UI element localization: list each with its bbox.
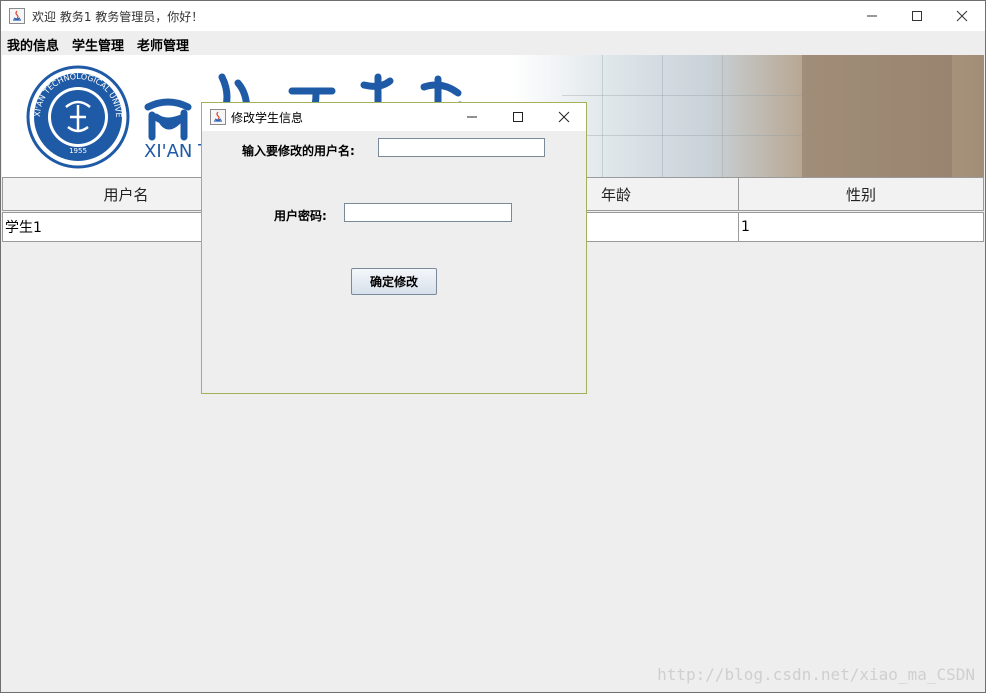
menu-teacher-management[interactable]: 老师管理 — [137, 35, 189, 54]
banner-photo-line — [562, 135, 802, 136]
close-icon — [956, 10, 968, 22]
maximize-icon — [912, 11, 922, 21]
close-icon — [558, 111, 570, 123]
university-seal-logo: XI'AN TECHNOLOGICAL UNIVERSITY 1955 — [26, 65, 130, 169]
menu-bar: 我的信息 学生管理 老师管理 — [1, 31, 985, 55]
menu-student-management[interactable]: 学生管理 — [72, 35, 124, 54]
banner-photo-line — [562, 95, 802, 96]
dialog-close-button[interactable] — [542, 103, 586, 131]
password-input[interactable] — [344, 203, 512, 222]
banner-photo-line — [662, 55, 663, 177]
menu-my-info[interactable]: 我的信息 — [7, 35, 59, 54]
window-titlebar[interactable]: 欢迎 教务1 教务管理员，你好！ — [1, 1, 985, 31]
banner-photo-line — [602, 55, 603, 177]
dialog-maximize-button[interactable] — [496, 103, 540, 131]
username-input[interactable] — [378, 138, 545, 157]
school-name-latin: XI'AN T — [144, 141, 210, 162]
confirm-edit-button[interactable]: 确定修改 — [351, 268, 437, 295]
column-header-gender[interactable]: 性别 — [738, 177, 984, 211]
dialog-titlebar[interactable]: 修改学生信息 — [202, 103, 586, 131]
java-app-icon — [210, 109, 226, 125]
minimize-icon — [467, 116, 477, 118]
banner-photo-line — [722, 55, 723, 177]
close-button[interactable] — [939, 1, 985, 31]
username-label: 输入要修改的用户名: — [242, 144, 355, 158]
cell-gender[interactable]: 1 — [738, 212, 984, 242]
watermark-text: http://blog.csdn.net/xiao_ma_CSDN — [657, 665, 975, 684]
seal-year: 1955 — [69, 147, 87, 155]
maximize-icon — [513, 112, 523, 122]
maximize-button[interactable] — [894, 1, 940, 31]
dialog-minimize-button[interactable] — [450, 103, 494, 131]
minimize-icon — [867, 15, 877, 17]
banner-stone-wall — [802, 55, 952, 177]
java-app-icon — [9, 8, 25, 24]
password-label: 用户密码: — [274, 209, 327, 223]
dialog-title: 修改学生信息 — [231, 111, 304, 125]
main-window: 欢迎 教务1 教务管理员，你好！ 我的信息 学生管理 老师管理 XI'AN TE… — [0, 0, 986, 693]
edit-student-dialog: 修改学生信息 输入要修改的用户名: 用户密码: 确定修改 — [201, 102, 587, 394]
window-title: 欢迎 教务1 教务管理员，你好！ — [32, 10, 204, 24]
minimize-button[interactable] — [849, 1, 895, 31]
